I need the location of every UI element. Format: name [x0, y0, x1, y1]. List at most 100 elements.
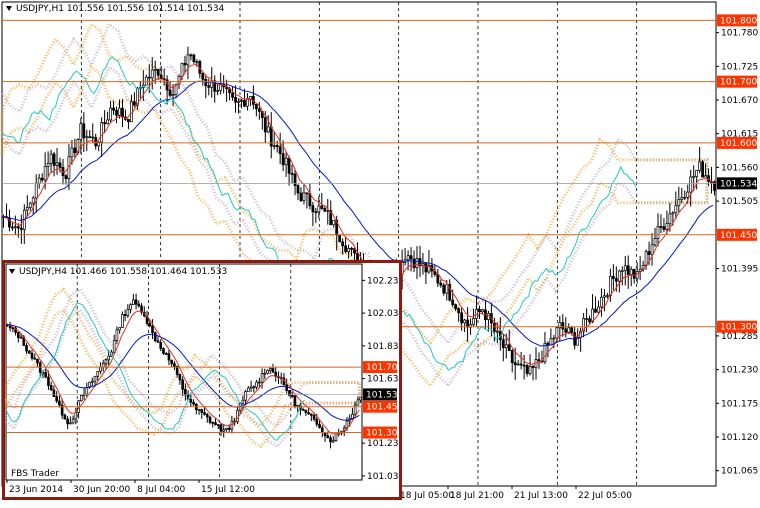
candle-body — [85, 136, 89, 139]
candle-body — [55, 162, 59, 166]
candle-body — [88, 136, 92, 139]
candle-body — [121, 107, 124, 118]
price-tick-label: 101.395 — [721, 265, 758, 275]
candle-body — [677, 199, 681, 207]
candle-body — [58, 400, 61, 406]
candle-body — [243, 100, 246, 107]
candle-body — [689, 176, 693, 193]
candle-body — [528, 366, 532, 374]
candle-body — [64, 175, 68, 179]
level-label: 101.300 — [366, 429, 399, 439]
candle-body — [302, 192, 306, 202]
candle-body — [501, 339, 505, 349]
time-tick-label: 30 Jun 20:00 — [73, 485, 130, 495]
candle-body — [30, 352, 34, 359]
time-tick-label: 23 Jun 2014 — [9, 485, 63, 495]
candle-body — [567, 327, 571, 333]
inset-chart-frame[interactable]: 101.700 101.458 101.300 101.533 102.230 102.0… — [2, 260, 404, 500]
candle-body — [680, 197, 684, 200]
candle-body — [674, 205, 678, 214]
candle-body — [603, 295, 606, 298]
candle-body — [311, 205, 315, 213]
candle-body — [103, 122, 107, 125]
candle-body — [525, 365, 529, 374]
candle-body — [320, 427, 324, 433]
candle-body — [406, 255, 410, 261]
candle-body — [47, 376, 50, 386]
candle-body — [126, 308, 130, 316]
candle-body — [351, 413, 354, 419]
candle-body — [38, 362, 42, 373]
chevron-down-icon[interactable] — [9, 269, 15, 274]
candle-body — [356, 399, 360, 406]
candle-body — [231, 92, 234, 98]
candle-body — [611, 276, 615, 279]
candle-body — [192, 401, 195, 405]
candle-body — [27, 350, 31, 354]
candle-body — [445, 283, 449, 294]
candle-body — [118, 327, 121, 331]
candle-body — [564, 328, 568, 333]
candle-body — [296, 185, 300, 194]
candle-body — [552, 337, 556, 340]
candle-body — [13, 226, 17, 229]
candle-body — [147, 76, 151, 79]
candle-body — [252, 386, 256, 389]
candle-body — [481, 309, 484, 313]
candle-body — [597, 306, 600, 313]
candle-body — [244, 391, 247, 401]
candle-body — [478, 309, 481, 313]
candle-body — [134, 299, 138, 305]
time-tick-label: 21 Jul 13:00 — [514, 491, 568, 501]
candle-body — [52, 153, 56, 166]
candle-body — [150, 69, 154, 79]
candle-body — [653, 238, 657, 246]
time-tick-label: 18 Jul 05:00 — [400, 491, 454, 501]
candle-body — [513, 362, 517, 366]
price-tick-label: 101.560 — [721, 163, 758, 173]
candle-body — [315, 418, 319, 425]
candle-body — [307, 412, 310, 415]
inset-chart[interactable]: 101.700 101.458 101.300 101.533 102.230 102.0… — [4, 263, 404, 497]
candle-body — [197, 409, 201, 411]
candle-body — [263, 117, 267, 133]
candle-body — [216, 90, 220, 92]
candle-body — [531, 366, 535, 368]
candle-body — [555, 327, 559, 339]
candle-body — [109, 107, 112, 121]
candle-body — [546, 342, 550, 346]
candle-body — [608, 276, 612, 296]
candle-body — [40, 177, 44, 181]
candle-body — [314, 211, 318, 214]
candle-body — [19, 227, 23, 230]
time-tick-label: 15 Jul 12:00 — [201, 485, 255, 495]
level-label: 101.450 — [720, 231, 757, 241]
candle-body — [629, 268, 633, 276]
candle-body — [104, 359, 108, 364]
candle-body — [698, 161, 702, 171]
candle-body — [454, 304, 458, 310]
candle-body — [246, 98, 249, 107]
candle-body — [665, 223, 669, 230]
candle-body — [214, 422, 217, 426]
candle-body — [44, 372, 48, 378]
candle-body — [409, 255, 413, 260]
candle-body — [107, 355, 111, 361]
chart-window[interactable]: 101.800 101.700 101.600 101.450 101.300 101.5… — [0, 0, 760, 504]
price-tick-label: 101.285 — [721, 332, 758, 342]
time-tick-label: 8 Jul 04:00 — [137, 485, 186, 495]
candle-body — [181, 379, 184, 390]
candle-body — [594, 308, 597, 313]
candle-body — [162, 348, 165, 354]
candle-body — [137, 303, 141, 307]
level-label: 101.600 — [720, 139, 757, 149]
candle-body — [225, 427, 228, 431]
candle-body — [338, 234, 342, 243]
chevron-down-icon[interactable] — [6, 6, 12, 11]
candle-body — [281, 153, 285, 166]
price-tick-label: 102.230 — [367, 276, 399, 286]
candle-body — [507, 344, 511, 352]
candle-body — [115, 109, 118, 116]
candle-body — [495, 330, 499, 333]
candle-body — [310, 413, 313, 416]
